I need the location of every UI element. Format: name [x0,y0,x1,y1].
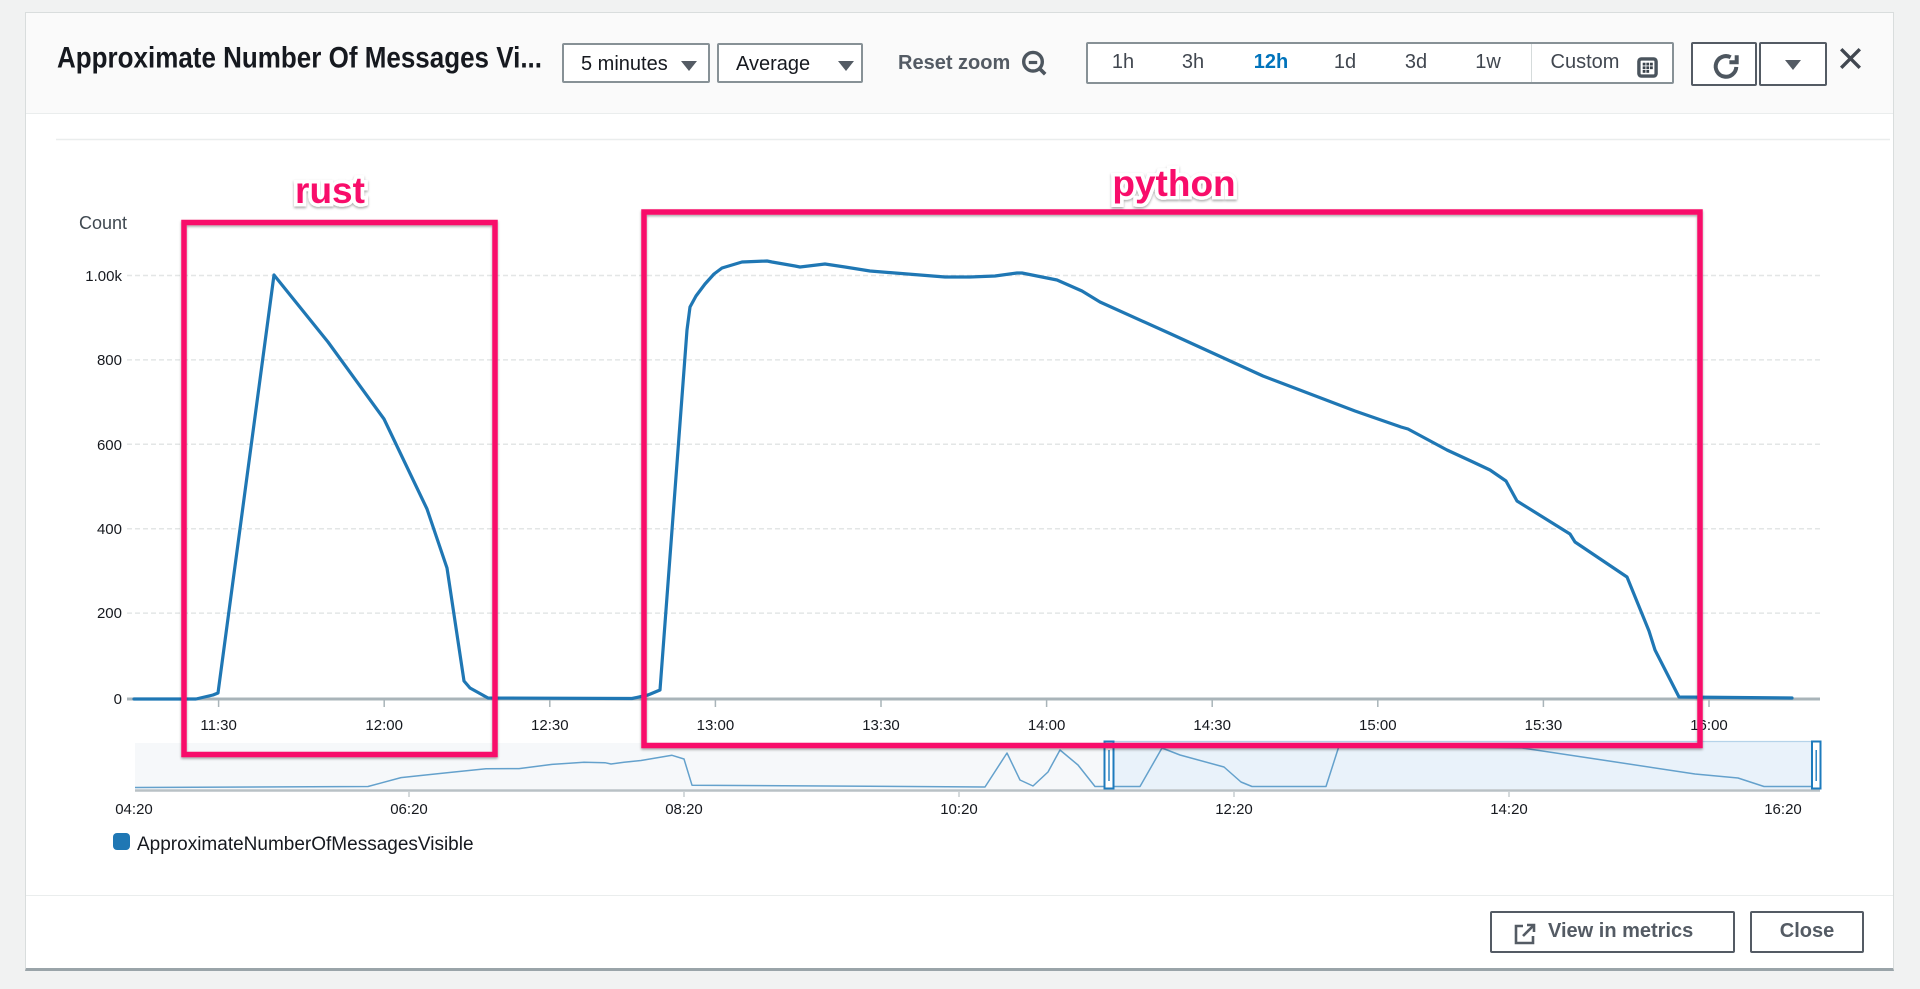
svg-text:200: 200 [97,605,122,622]
svg-text:800: 800 [97,352,122,369]
svg-text:10:20: 10:20 [940,801,978,818]
svg-text:rust: rust [295,170,365,211]
svg-text:11:30: 11:30 [200,717,236,734]
svg-text:16:00: 16:00 [1690,717,1728,734]
svg-text:Count: Count [79,213,127,233]
svg-text:14:20: 14:20 [1490,801,1528,818]
svg-text:04:20: 04:20 [115,801,153,818]
svg-text:12:00: 12:00 [365,717,403,734]
svg-text:1.00k: 1.00k [85,268,122,285]
svg-text:08:20: 08:20 [665,801,703,818]
svg-text:06:20: 06:20 [390,801,428,818]
svg-text:12:30: 12:30 [531,717,569,734]
svg-text:15:00: 15:00 [1359,717,1397,734]
svg-text:16:20: 16:20 [1764,801,1802,818]
svg-text:14:00: 14:00 [1028,717,1066,734]
svg-text:13:30: 13:30 [862,717,900,734]
svg-text:400: 400 [97,521,122,538]
svg-text:15:30: 15:30 [1525,717,1563,734]
svg-text:14:30: 14:30 [1193,717,1231,734]
svg-text:13:00: 13:00 [697,717,735,734]
svg-text:ApproximateNumberOfMessagesVis: ApproximateNumberOfMessagesVisible [137,834,474,855]
svg-text:12:20: 12:20 [1215,801,1253,818]
svg-text:0: 0 [114,691,122,708]
svg-text:600: 600 [97,437,122,454]
svg-text:python: python [1112,163,1235,204]
